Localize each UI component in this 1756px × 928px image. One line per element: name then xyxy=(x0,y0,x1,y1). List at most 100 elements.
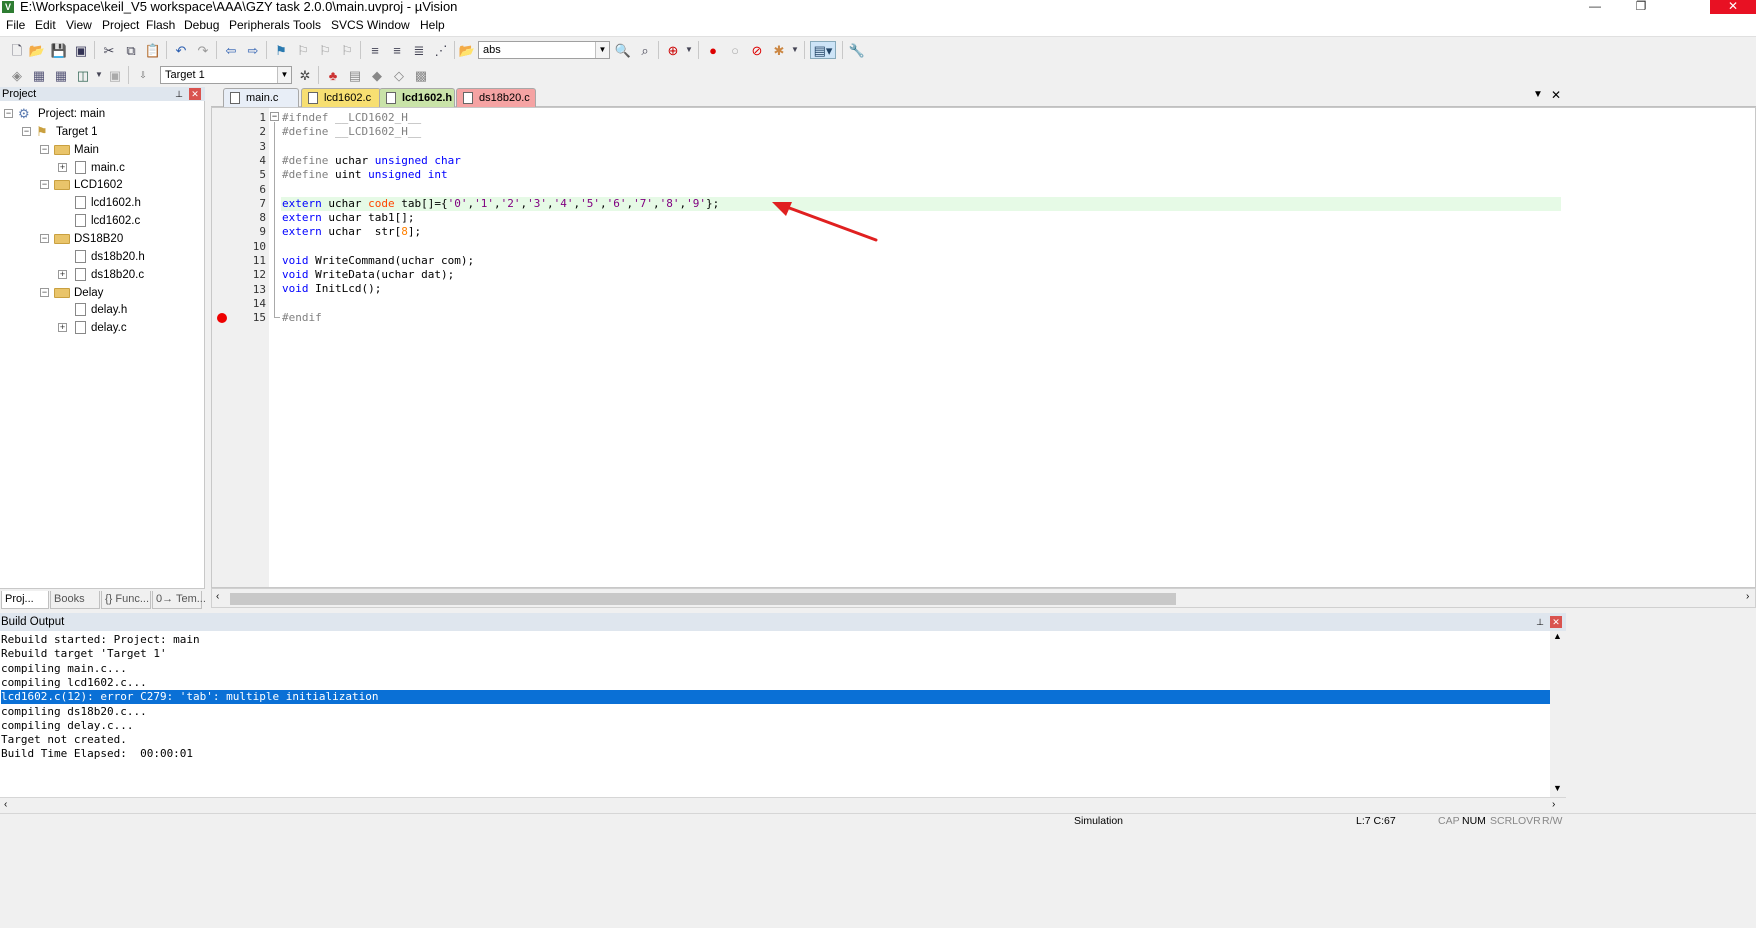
load-download-icon[interactable]: ⇩ xyxy=(134,66,152,84)
build-output-line[interactable]: compiling main.c... xyxy=(1,662,127,676)
chevron-down-icon[interactable]: ▼ xyxy=(277,67,291,83)
indent-icon[interactable]: ≡ xyxy=(366,41,384,59)
menu-debug[interactable]: Debug xyxy=(184,18,219,32)
menu-project[interactable]: Project xyxy=(102,18,139,32)
tree-item-ds18b20[interactable]: − DS18B20 xyxy=(0,230,205,248)
build-icon[interactable]: ▦ xyxy=(30,66,48,84)
configure-wrench-icon[interactable]: 🔧 xyxy=(848,41,866,59)
build-output-line[interactable]: compiling lcd1602.c... xyxy=(1,676,147,690)
find-icon[interactable]: 🔍 xyxy=(614,41,632,59)
tree-item-lcd1602-c[interactable]: lcd1602.c xyxy=(0,212,205,230)
unindent-icon[interactable]: ≡ xyxy=(388,41,406,59)
window-layout-icon[interactable]: ▤▾ xyxy=(810,41,836,59)
new-file-icon[interactable]: 🗋 xyxy=(8,41,26,59)
paste-icon[interactable]: 📋 xyxy=(144,41,162,59)
find-in-files-icon[interactable]: 📂 xyxy=(458,41,476,59)
tab-books[interactable]: Books xyxy=(50,591,100,609)
fold-collapse-icon[interactable]: − xyxy=(270,112,279,121)
tree-item-main[interactable]: − Main xyxy=(0,141,205,159)
next-bookmark-icon[interactable]: ⚐ xyxy=(316,41,334,59)
restore-button[interactable]: ❐ xyxy=(1618,0,1664,14)
target-select[interactable]: Target 1 ▼ xyxy=(160,66,292,84)
expand-icon[interactable]: + xyxy=(58,162,67,172)
tab-functions[interactable]: {} Func... xyxy=(101,591,151,609)
collapse-icon[interactable]: − xyxy=(40,233,49,243)
pack-installer-icon[interactable]: ◇ xyxy=(390,66,408,84)
menu-view[interactable]: View xyxy=(66,18,92,32)
tree-item-delay[interactable]: − Delay xyxy=(0,284,205,302)
tree-item-lcd1602-h[interactable]: lcd1602.h xyxy=(0,194,205,212)
build-output-text[interactable]: Rebuild started: Project: main Rebuild ta… xyxy=(0,633,1551,797)
collapse-icon[interactable]: − xyxy=(22,126,31,136)
save-icon[interactable]: 💾 xyxy=(50,41,68,59)
code-area[interactable]: #ifndef __LCD1602_H__ #define __LCD1602_… xyxy=(212,108,1755,587)
tab-list-chevron-icon[interactable]: ▼ xyxy=(1533,89,1543,100)
stop-build-icon[interactable]: ▣ xyxy=(106,66,124,84)
collapse-icon[interactable]: − xyxy=(40,144,49,154)
error-message-line[interactable]: lcd1602.c(12): error C279: 'tab': multip… xyxy=(1,690,1551,705)
insert-breakpoint-icon[interactable]: ● xyxy=(704,41,722,59)
editor-horizontal-scrollbar[interactable]: ‹ › xyxy=(211,588,1756,608)
find-combo[interactable]: abs ▼ xyxy=(478,41,610,59)
clear-bookmarks-icon[interactable]: ⚐ xyxy=(338,41,356,59)
expand-icon[interactable]: + xyxy=(58,323,67,333)
tab-templates[interactable]: 0→ Tem... xyxy=(152,591,206,609)
close-panel-icon[interactable]: ✕ xyxy=(1550,616,1562,628)
menu-peripherals[interactable]: Peripherals xyxy=(229,18,290,32)
rebuild-icon[interactable]: ▦ xyxy=(52,66,70,84)
copy-icon[interactable]: ⧉ xyxy=(122,41,140,59)
breakpoint-marker[interactable] xyxy=(217,313,227,323)
pin-icon[interactable]: ⊥ xyxy=(1534,616,1546,628)
pin-icon[interactable]: ⊥ xyxy=(173,88,185,100)
navigate-back-icon[interactable]: ⇦ xyxy=(222,41,240,59)
collapse-icon[interactable]: − xyxy=(40,180,49,190)
target-options-icon[interactable]: ✲ xyxy=(296,66,314,84)
menu-window[interactable]: Window xyxy=(367,18,410,32)
tab-ds18b20-c[interactable]: ds18b20.c xyxy=(456,88,536,107)
redo-icon[interactable]: ↷ xyxy=(194,41,212,59)
build-vertical-scrollbar[interactable]: ▲ ▼ xyxy=(1550,631,1566,797)
tab-main-c[interactable]: main.c xyxy=(223,88,299,107)
incremental-find-icon[interactable]: ⌕ xyxy=(636,41,654,59)
collapse-icon[interactable]: − xyxy=(40,287,49,297)
tree-item-target-1[interactable]: − ⚑ Target 1 xyxy=(0,123,205,141)
prev-bookmark-icon[interactable]: ⚐ xyxy=(294,41,312,59)
tree-item-ds18b20-c[interactable]: + ds18b20.c xyxy=(0,266,205,284)
expand-icon[interactable]: + xyxy=(58,269,67,279)
disable-breakpoint-icon[interactable]: ○ xyxy=(726,41,744,59)
scroll-left-icon[interactable]: ‹ xyxy=(4,799,7,810)
build-output-line[interactable]: compiling ds18b20.c... xyxy=(1,705,147,719)
build-output-line[interactable]: Target not created. xyxy=(1,733,127,747)
manage-project-items-icon[interactable]: ♣ xyxy=(324,66,342,84)
save-all-icon[interactable]: ▣ xyxy=(72,41,90,59)
chevron-down-icon[interactable]: ▼ xyxy=(680,41,698,59)
translate-icon[interactable]: ◈ xyxy=(8,66,26,84)
scroll-right-icon[interactable]: › xyxy=(1552,799,1555,810)
tree-item-delay-h[interactable]: delay.h xyxy=(0,301,205,319)
open-folder-icon[interactable]: 📂 xyxy=(28,41,46,59)
scroll-left-icon[interactable]: ‹ xyxy=(216,591,219,602)
comment-icon[interactable]: ≣ xyxy=(410,41,428,59)
menu-help[interactable]: Help xyxy=(420,18,445,32)
tab-lcd1602-c[interactable]: lcd1602.c xyxy=(301,88,381,107)
close-tab-icon[interactable]: ✕ xyxy=(1551,88,1561,102)
navigate-forward-icon[interactable]: ⇨ xyxy=(244,41,262,59)
menu-file[interactable]: File xyxy=(6,18,25,32)
select-packs-icon[interactable]: ◆ xyxy=(368,66,386,84)
menu-flash[interactable]: Flash xyxy=(146,18,175,32)
chevron-down-icon[interactable]: ▼ xyxy=(786,41,804,59)
build-output-line[interactable]: Rebuild started: Project: main xyxy=(1,633,200,647)
tree-item-delay-c[interactable]: + delay.c xyxy=(0,319,205,337)
tab-project[interactable]: Proj... xyxy=(1,591,49,609)
menu-tools[interactable]: Tools xyxy=(293,18,321,32)
build-output-line[interactable]: Rebuild target 'Target 1' xyxy=(1,647,167,661)
tree-item-ds18b20-h[interactable]: ds18b20.h xyxy=(0,248,205,266)
tree-item-main-c[interactable]: + main.c xyxy=(0,159,205,177)
scrollbar-thumb[interactable] xyxy=(230,593,1176,605)
menu-edit[interactable]: Edit xyxy=(35,18,56,32)
scroll-up-icon[interactable]: ▲ xyxy=(1553,631,1562,641)
disable-all-breakpoints-icon[interactable]: ⊘ xyxy=(748,41,766,59)
build-horizontal-scrollbar[interactable]: ‹ › xyxy=(0,797,1566,813)
uncomment-icon[interactable]: ⋰ xyxy=(432,41,450,59)
build-output-line[interactable]: Build Time Elapsed: 00:00:01 xyxy=(1,747,193,761)
